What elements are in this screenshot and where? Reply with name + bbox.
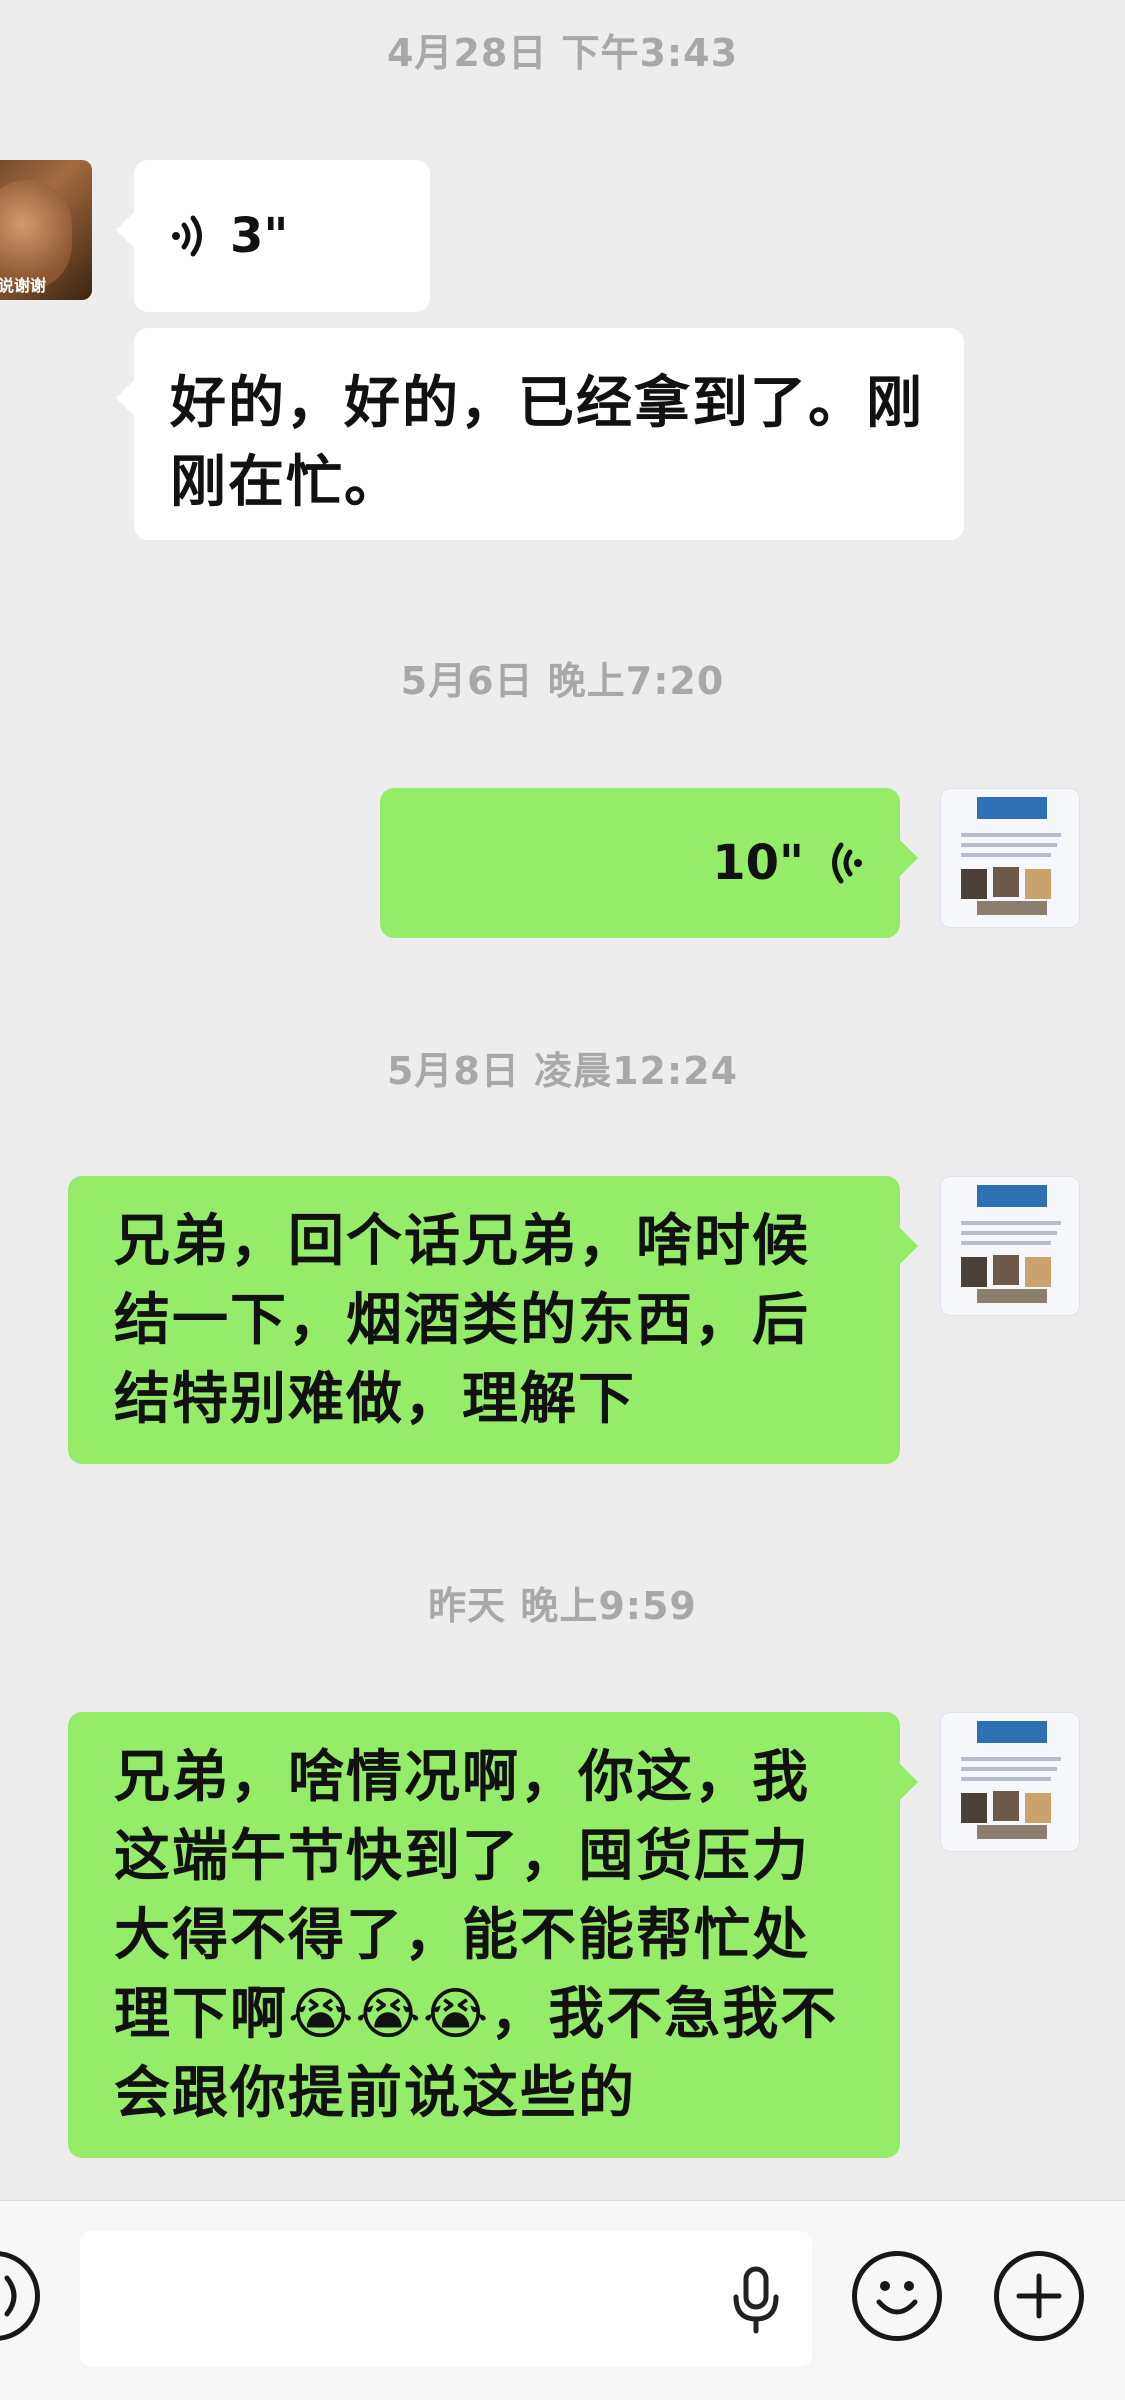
voice-duration: 3" — [230, 207, 289, 264]
timestamp: 4月28日 下午3:43 — [386, 31, 739, 75]
microphone-icon[interactable] — [728, 2265, 784, 2335]
timestamp: 5月8日 凌晨12:24 — [386, 1049, 739, 1093]
incoming-text-message[interactable]: 好的，好的，已经拿到了。刚 刚在忙。 — [116, 328, 964, 540]
message-line: 结特别难做，理解下 — [114, 1367, 636, 1432]
outgoing-text-message[interactable]: 兄弟，啥情况啊，你这，我 这端午节快到了，囤货压力 大得不得了，能不能帮忙处 理… — [68, 1712, 918, 2158]
avatar-caption: 说谢谢 — [0, 276, 46, 295]
message-line: 理下啊😭😭😭，我不急我不 — [114, 1982, 839, 2047]
message-line: 结一下，烟酒类的东西，后 — [114, 1288, 810, 1353]
message-line: 这端午节快到了，囤货压力 — [114, 1824, 810, 1889]
voice-mode-icon[interactable] — [0, 2251, 40, 2341]
message-line: 会跟你提前说这些的 — [114, 2061, 636, 2126]
timestamp: 昨天 晚上9:59 — [428, 1584, 697, 1628]
my-avatar[interactable] — [940, 1176, 1080, 1316]
contact-avatar[interactable]: 说谢谢 — [0, 160, 92, 300]
message-line: 兄弟，回个话兄弟，啥时候 — [114, 1209, 810, 1274]
message-input[interactable] — [80, 2231, 812, 2367]
my-avatar[interactable] — [940, 1712, 1080, 1852]
emoji-icon[interactable] — [852, 2251, 942, 2341]
message-line: 刚在忙。 — [170, 450, 402, 515]
timestamp: 5月6日 晚上7:20 — [400, 659, 725, 703]
message-line: 大得不得了，能不能帮忙处 — [114, 1903, 810, 1968]
outgoing-voice-message[interactable]: 10" — [380, 788, 918, 938]
voice-wave-icon — [172, 215, 202, 257]
incoming-voice-message[interactable]: 3" — [116, 160, 430, 312]
my-avatar[interactable] — [940, 788, 1080, 928]
voice-duration: 10" — [712, 834, 804, 891]
plus-icon[interactable] — [994, 2251, 1084, 2341]
chat-input-bar — [0, 2200, 1125, 2400]
outgoing-text-message[interactable]: 兄弟，回个话兄弟，啥时候 结一下，烟酒类的东西，后 结特别难做，理解下 — [68, 1176, 918, 1464]
voice-wave-icon — [832, 842, 862, 884]
message-line: 兄弟，啥情况啊，你这，我 — [114, 1745, 810, 1810]
message-line: 好的，好的，已经拿到了。刚 — [170, 371, 924, 436]
